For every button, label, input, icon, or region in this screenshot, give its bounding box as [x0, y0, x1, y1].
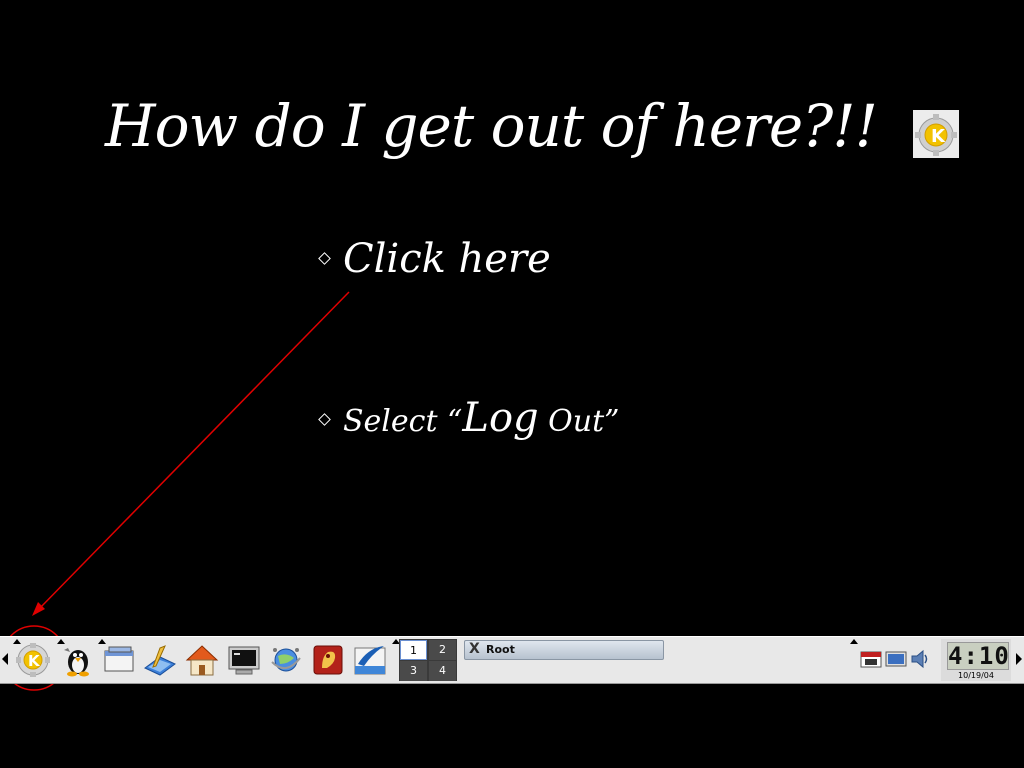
clock-applet[interactable]: 4:10 10/19/04	[941, 639, 1011, 681]
bullet-select-logout: Select “Log Out”	[318, 395, 620, 441]
task-label: Root	[486, 643, 515, 656]
pager-desktop-1[interactable]: 1	[400, 640, 427, 660]
kde-taskbar: K 1 2 3 4 X Root 4:10 10/19/04	[0, 636, 1024, 684]
bullet-2-prefix: Select “	[343, 404, 463, 439]
bullet-click-here: Click here	[318, 236, 551, 282]
applet-menu-arrow-icon[interactable]	[850, 639, 858, 644]
clock-date: 10/19/04	[958, 671, 994, 680]
kde-menu-icon[interactable]: K	[15, 642, 51, 678]
help-icon[interactable]	[310, 642, 346, 678]
desktop-pager: 1 2 3 4	[399, 639, 457, 681]
home-icon[interactable]	[184, 642, 220, 678]
pager-desktop-3[interactable]: 3	[400, 661, 427, 681]
svg-text:K: K	[931, 126, 946, 147]
bullet-diamond-icon	[318, 251, 331, 265]
kde-logo-icon: K	[913, 106, 959, 158]
svg-text:K: K	[28, 652, 41, 670]
slide-title: How do I get out of here?!!	[105, 92, 878, 160]
volume-icon[interactable]	[909, 649, 931, 669]
terminal-icon[interactable]	[226, 642, 262, 678]
pager-desktop-4[interactable]: 4	[429, 661, 456, 681]
bullet-1-text: Click here	[343, 236, 551, 282]
tux-icon[interactable]	[60, 642, 96, 678]
bullet-2-big: Log	[462, 395, 539, 441]
taskbar-scroll-right-icon[interactable]	[1016, 653, 1022, 665]
display-icon[interactable]	[885, 649, 907, 669]
pager-desktop-2[interactable]: 2	[429, 640, 456, 660]
office-icon[interactable]	[352, 642, 388, 678]
bullet-2-suffix: Out”	[538, 404, 620, 439]
taskbar-window-button[interactable]: X Root	[464, 640, 664, 660]
clock-time: 4:10	[947, 642, 1010, 670]
bullet-diamond-icon	[318, 412, 331, 426]
taskbar-scroll-left-icon[interactable]	[2, 653, 8, 665]
x-window-icon: X	[469, 641, 480, 657]
calendar-icon[interactable]	[860, 649, 882, 669]
window-list-icon[interactable]	[101, 642, 137, 678]
presentation-slide: How do I get out of here?!! K Click here…	[0, 0, 1024, 768]
browser-icon[interactable]	[268, 642, 304, 678]
editor-icon[interactable]	[142, 642, 178, 678]
